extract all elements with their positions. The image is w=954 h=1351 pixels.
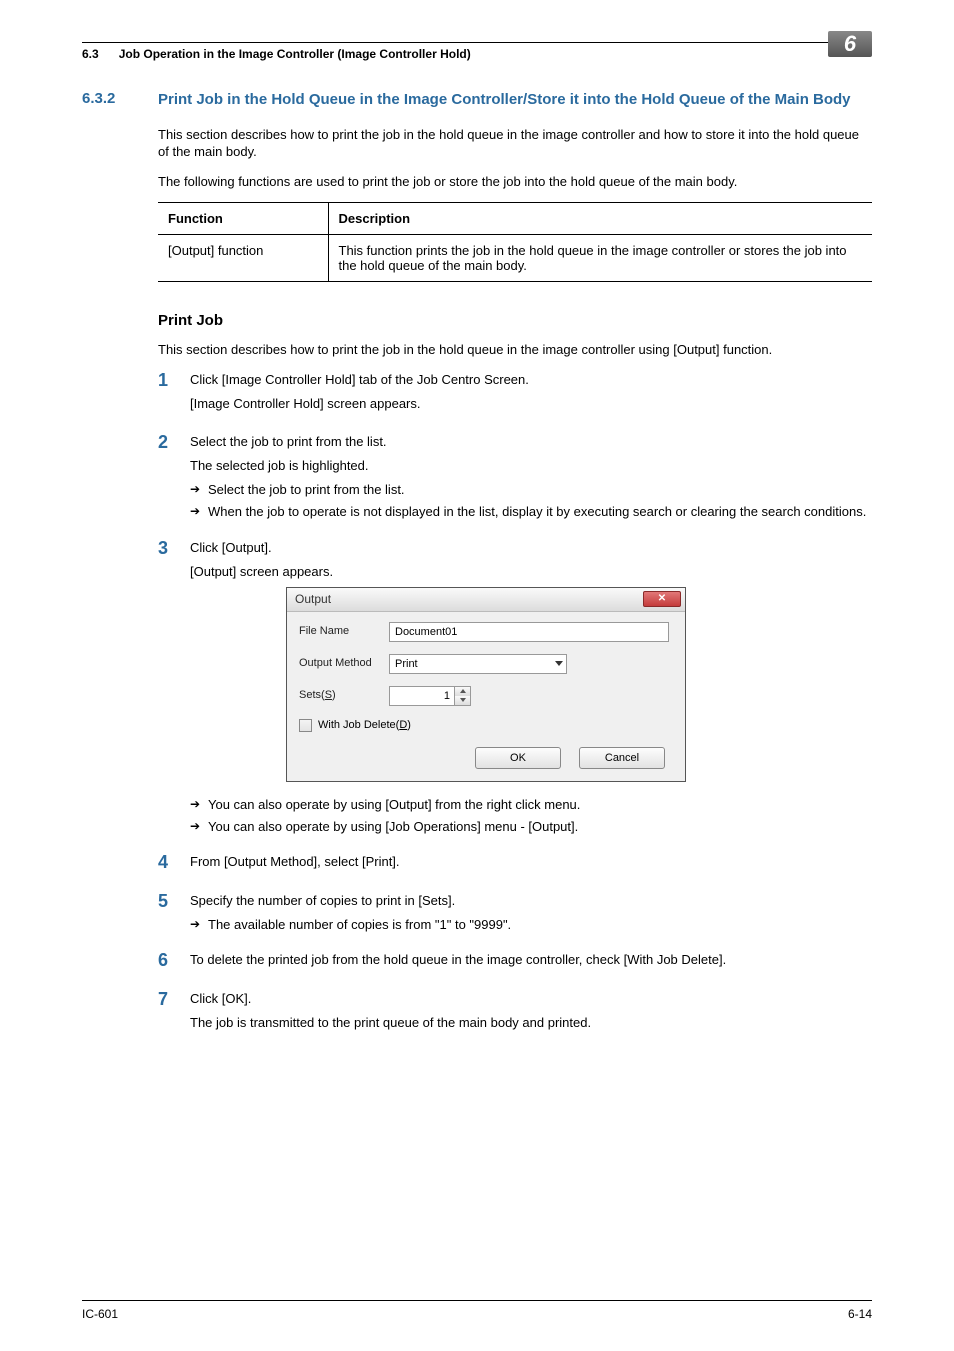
- dialog-titlebar: Output ✕: [287, 588, 685, 612]
- step-note: When the job to operate is not displayed…: [190, 503, 872, 521]
- close-icon[interactable]: ✕: [643, 591, 681, 607]
- sets-spinner[interactable]: [389, 686, 471, 706]
- printjob-intro: This section describes how to print the …: [158, 341, 872, 359]
- page-footer: IC-601 6-14: [82, 1300, 872, 1321]
- dialog-buttons: OK Cancel: [299, 747, 673, 769]
- function-table: Function Description [Output] function T…: [158, 202, 872, 282]
- footer-right: 6-14: [848, 1307, 872, 1321]
- chevron-down-icon: [555, 661, 563, 666]
- step-6: 6 To delete the printed job from the hol…: [158, 951, 872, 975]
- steps-list: 1 Click [Image Controller Hold] tab of t…: [158, 371, 872, 1038]
- step-text: Specify the number of copies to print in…: [190, 892, 872, 910]
- dialog-title-text: Output: [295, 591, 643, 608]
- step-number: 5: [158, 892, 190, 938]
- step-note: You can also operate by using [Job Opera…: [190, 818, 872, 836]
- row-filename: File Name: [299, 622, 673, 642]
- section-title: Print Job in the Hold Queue in the Image…: [158, 90, 872, 110]
- th-function: Function: [158, 203, 328, 235]
- step-number: 6: [158, 951, 190, 975]
- label-sets-post: ): [332, 689, 336, 701]
- row-method: Output Method Print: [299, 654, 673, 674]
- step-5: 5 Specify the number of copies to print …: [158, 892, 872, 938]
- step-text: Click [Output].: [190, 539, 872, 557]
- method-select-value: Print: [389, 654, 567, 674]
- step-text: Click [OK].: [190, 990, 872, 1008]
- step-number: 1: [158, 371, 190, 419]
- delete-checkbox[interactable]: [299, 719, 312, 732]
- label-sets-accel: S: [325, 689, 332, 701]
- step-note: Select the job to print from the list.: [190, 481, 872, 499]
- step-sub: [Image Controller Hold] screen appears.: [190, 395, 872, 413]
- page-header: 6.3 Job Operation in the Image Controlle…: [82, 42, 872, 61]
- step-body: Click [Image Controller Hold] tab of the…: [190, 371, 872, 419]
- label-sets: Sets(S): [299, 688, 389, 703]
- label-method: Output Method: [299, 656, 389, 671]
- intro-para-2: The following functions are used to prin…: [158, 173, 872, 191]
- step-text: To delete the printed job from the hold …: [190, 951, 872, 969]
- step-body: Click [Output]. [Output] screen appears.…: [190, 539, 872, 840]
- step-note: The available number of copies is from "…: [190, 916, 872, 934]
- step-text: Select the job to print from the list.: [190, 433, 872, 451]
- sets-input[interactable]: [389, 686, 455, 706]
- dialog-body: File Name Output Method Print: [287, 612, 685, 781]
- step-sub: The job is transmitted to the print queu…: [190, 1014, 872, 1032]
- th-description: Description: [328, 203, 872, 235]
- filename-input[interactable]: [389, 622, 669, 642]
- section-number: 6.3.2: [82, 90, 115, 107]
- step-note: You can also operate by using [Output] f…: [190, 796, 872, 814]
- step-body: Click [OK]. The job is transmitted to th…: [190, 990, 872, 1038]
- step-3: 3 Click [Output]. [Output] screen appear…: [158, 539, 872, 840]
- step-1: 1 Click [Image Controller Hold] tab of t…: [158, 371, 872, 419]
- row-sets: Sets(S): [299, 686, 673, 706]
- output-dialog: Output ✕ File Name Output Method: [286, 587, 686, 782]
- method-select[interactable]: Print: [389, 654, 567, 674]
- table-header-row: Function Description: [158, 203, 872, 235]
- step-body: Specify the number of copies to print in…: [190, 892, 872, 938]
- td-function: [Output] function: [158, 235, 328, 282]
- label-delete: With Job Delete(D): [318, 718, 411, 733]
- step-4: 4 From [Output Method], select [Print].: [158, 853, 872, 877]
- step-number: 4: [158, 853, 190, 877]
- label-delete-pre: With Job Delete(: [318, 719, 399, 731]
- step-text: Click [Image Controller Hold] tab of the…: [190, 371, 872, 389]
- step-sub: The selected job is highlighted.: [190, 457, 872, 475]
- step-7: 7 Click [OK]. The job is transmitted to …: [158, 990, 872, 1038]
- header-section-title: Job Operation in the Image Controller (I…: [119, 47, 471, 61]
- step-number: 3: [158, 539, 190, 840]
- step-sub: [Output] screen appears.: [190, 563, 872, 581]
- section-body: This section describes how to print the …: [158, 126, 872, 1038]
- chapter-badge: 6: [828, 31, 872, 57]
- td-description: This function prints the job in the hold…: [328, 235, 872, 282]
- section-heading-row: 6.3.2 Print Job in the Hold Queue in the…: [82, 90, 872, 110]
- dialog-screenshot: Output ✕ File Name Output Method: [286, 587, 872, 782]
- subsection-heading: Print Job: [158, 312, 872, 329]
- table-row: [Output] function This function prints t…: [158, 235, 872, 282]
- step-body: From [Output Method], select [Print].: [190, 853, 872, 877]
- spinner-up-icon[interactable]: [455, 687, 470, 696]
- content-area: 6.3.2 Print Job in the Hold Queue in the…: [82, 90, 872, 1052]
- cancel-button[interactable]: Cancel: [579, 747, 665, 769]
- header-section-num: 6.3: [82, 47, 99, 61]
- header-section-ref: 6.3 Job Operation in the Image Controlle…: [82, 47, 471, 61]
- step-2: 2 Select the job to print from the list.…: [158, 433, 872, 524]
- label-filename: File Name: [299, 624, 389, 639]
- ok-button[interactable]: OK: [475, 747, 561, 769]
- footer-left: IC-601: [82, 1307, 118, 1321]
- step-number: 2: [158, 433, 190, 524]
- intro-para-1: This section describes how to print the …: [158, 126, 872, 161]
- label-delete-post: ): [407, 719, 411, 731]
- row-delete: With Job Delete(D): [299, 718, 673, 733]
- step-text: From [Output Method], select [Print].: [190, 853, 872, 871]
- spinner-buttons: [455, 686, 471, 706]
- step-number: 7: [158, 990, 190, 1038]
- spinner-down-icon[interactable]: [455, 696, 470, 705]
- step-body: Select the job to print from the list. T…: [190, 433, 872, 524]
- step-body: To delete the printed job from the hold …: [190, 951, 872, 975]
- label-sets-pre: Sets(: [299, 689, 325, 701]
